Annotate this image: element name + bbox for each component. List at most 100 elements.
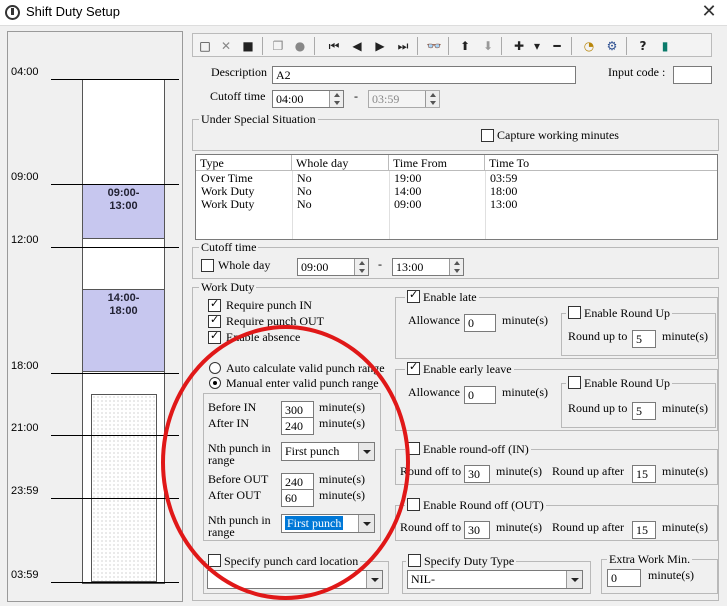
chevron-down-icon[interactable] — [358, 443, 374, 460]
window-title: Shift Duty Setup — [26, 4, 120, 19]
exit-icon[interactable]: ▮ — [656, 37, 674, 55]
extra-work-input[interactable]: 0 — [607, 569, 641, 587]
early-allowance-label: Allowance — [408, 385, 460, 399]
chevron-down-icon[interactable] — [566, 571, 582, 588]
duty-table[interactable]: Type Whole day Time From Time To Over Ti… — [195, 154, 718, 240]
column-header[interactable]: Whole day — [292, 155, 389, 171]
before-out-label: Before OUT — [208, 472, 269, 486]
early-round-up-to-input[interactable]: 5 — [632, 402, 656, 420]
require-punch-out-label: Require punch OUT — [226, 314, 324, 328]
move-down-icon[interactable]: ⬇ — [479, 37, 497, 55]
move-up-icon[interactable]: ⬆ — [456, 37, 474, 55]
punch-card-checkbox[interactable] — [208, 554, 221, 567]
close-button[interactable]: ✕ — [695, 1, 723, 23]
require-punch-in-checkbox[interactable] — [208, 297, 221, 312]
timeline-tick — [51, 79, 179, 80]
round-off-in-input[interactable]: 30 — [464, 465, 490, 483]
cutoff-time-group-title: Cutoff time — [199, 240, 259, 255]
column-header[interactable]: Type — [196, 155, 292, 171]
chevron-down-icon[interactable] — [366, 571, 382, 588]
stop-icon[interactable]: ● — [291, 37, 309, 55]
extra-work-title: Extra Work Min. — [607, 552, 693, 567]
minutes-label: minute(s) — [662, 520, 708, 534]
auto-calc-radio[interactable] — [209, 362, 221, 374]
early-allowance-input[interactable]: 0 — [464, 386, 496, 404]
column-header[interactable]: Time To — [485, 155, 717, 171]
nth-punch-out-select[interactable]: First punch — [281, 514, 375, 533]
nth-punch-in-value: First punch — [285, 444, 340, 458]
spinner-icon[interactable] — [425, 91, 439, 107]
early-round-up-label: Enable Round Up — [584, 376, 670, 390]
nth-punch-in-select[interactable]: First punch — [281, 442, 375, 461]
settings-icon[interactable]: ⚙ — [603, 37, 621, 55]
require-punch-out-checkbox[interactable] — [208, 313, 221, 328]
table-cell: No — [297, 197, 312, 211]
first-record-icon[interactable]: ⏮ — [325, 37, 343, 55]
last-record-icon[interactable]: ⏭ — [394, 37, 412, 55]
manual-enter-radio[interactable] — [209, 377, 221, 389]
enable-late-label: Enable late — [423, 290, 477, 304]
duty-type-checkbox[interactable] — [408, 554, 421, 567]
timeline-tick — [51, 247, 179, 248]
round-up-after-in-input[interactable]: 15 — [632, 465, 656, 483]
copy-icon[interactable]: ❐ — [269, 37, 287, 55]
late-allowance-input[interactable]: 0 — [464, 314, 496, 332]
help-icon[interactable]: ? — [634, 37, 652, 55]
roundoff-out-checkbox[interactable] — [407, 498, 420, 511]
chevron-down-icon[interactable] — [358, 515, 374, 532]
round-off-out-input[interactable]: 30 — [464, 521, 490, 539]
prev-record-icon[interactable]: ◀ — [348, 37, 366, 55]
cutoff2-from-value: 09:00 — [301, 260, 329, 274]
roundoff-in-checkbox[interactable] — [407, 442, 420, 455]
find-icon[interactable]: 👓 — [425, 37, 443, 55]
extra-work-unit: minute(s) — [648, 568, 694, 582]
cutoff-to-input[interactable]: 03:59 — [368, 90, 440, 108]
early-round-up-checkbox[interactable] — [568, 376, 581, 389]
save-icon[interactable]: ■ — [239, 37, 257, 55]
timeline-tick — [51, 435, 179, 436]
capture-working-minutes-checkbox[interactable] — [481, 129, 494, 142]
cutoff-from-input[interactable]: 04:00 — [272, 90, 344, 108]
next-record-icon[interactable]: ▶ — [371, 37, 389, 55]
spinner-icon[interactable] — [449, 259, 463, 275]
cutoff2-to-input[interactable]: 13:00 — [392, 258, 464, 276]
duty-type-select[interactable]: NIL- — [407, 570, 583, 589]
capture-working-minutes-label: Capture working minutes — [497, 128, 619, 142]
enable-absence-checkbox[interactable] — [208, 329, 221, 344]
toolbar-separator — [571, 37, 572, 55]
add-dropdown-icon[interactable]: ▾ — [528, 37, 546, 55]
after-in-input[interactable]: 240 — [281, 417, 314, 435]
enable-early-leave-checkbox[interactable] — [407, 360, 420, 375]
minutes-label: minute(s) — [502, 385, 548, 399]
roundoff-in-label: Enable round-off (IN) — [423, 442, 529, 456]
round-up-after-out-input[interactable]: 15 — [632, 521, 656, 539]
description-input[interactable]: A2 — [272, 66, 576, 84]
cutoff-dash: - — [354, 89, 358, 103]
timeline-block[interactable]: 09:00- 13:00 — [82, 184, 165, 239]
add-icon[interactable]: ✚ — [510, 37, 528, 55]
after-out-input[interactable]: 60 — [281, 489, 314, 507]
delete-icon[interactable]: ✕ — [217, 37, 235, 55]
nth-punch-label-range: range — [208, 525, 235, 539]
late-round-up-to-input[interactable]: 5 — [632, 330, 656, 348]
enable-late-checkbox[interactable] — [407, 288, 420, 303]
timeline-label: 04:00 — [11, 66, 39, 78]
clock-icon[interactable]: ◔ — [580, 37, 598, 55]
round-off-to-label: Round off to — [400, 520, 462, 534]
spinner-icon[interactable] — [329, 91, 343, 107]
column-header[interactable]: Time From — [389, 155, 485, 171]
remove-icon[interactable]: ━ — [548, 37, 566, 55]
minutes-label: minute(s) — [319, 472, 365, 486]
cutoff2-from-input[interactable]: 09:00 — [297, 258, 369, 276]
whole-day-checkbox[interactable] — [201, 259, 214, 272]
new-icon[interactable]: □ — [196, 37, 214, 55]
timeline-block[interactable]: 14:00- 18:00 — [82, 289, 165, 372]
late-round-up-checkbox[interactable] — [568, 306, 581, 319]
toolbar-separator — [501, 37, 502, 55]
timeline-label: 03:59 — [11, 569, 39, 581]
duty-type-label: Specify Duty Type — [424, 554, 515, 568]
input-code-field[interactable] — [673, 66, 712, 84]
overtime-block[interactable] — [91, 394, 157, 582]
spinner-icon[interactable] — [354, 259, 368, 275]
punch-card-select[interactable] — [207, 570, 383, 589]
